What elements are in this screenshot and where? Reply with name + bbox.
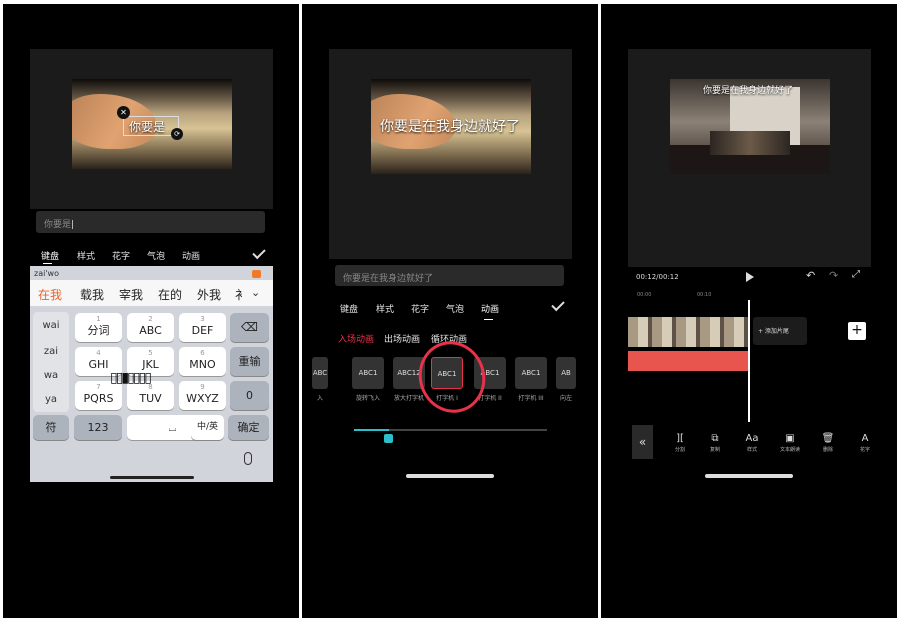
tab-style[interactable]: 样式: [77, 249, 95, 262]
pinyin-composition: zai'wo: [34, 269, 59, 278]
symbol-key[interactable]: 符: [33, 415, 69, 440]
panel-timeline: 你要是在我身边就好了 00:12/00:12 ↶ ↷ ⤢ 00:00 00:10…: [601, 4, 897, 618]
key-2[interactable]: 2 ABC: [127, 313, 174, 342]
subtitle-preview: 你要是在我身边就好了: [380, 119, 520, 135]
ruler-label-0: 00:00: [637, 292, 652, 298]
anim-label-0: 入: [316, 395, 323, 402]
panel-animation: 你要是在我身边就好了 你要是在我身边就好了 键盘 样式 花字 气泡 动画 入场动…: [302, 4, 598, 618]
candidate-2[interactable]: 载我: [80, 286, 104, 303]
number-key[interactable]: 123: [74, 415, 122, 440]
text-track-segment[interactable]: [628, 351, 748, 371]
active-tab-indicator: [484, 319, 493, 320]
add-ending-button[interactable]: + 添加片尾: [753, 317, 807, 345]
undo-icon[interactable]: ↶: [806, 269, 815, 282]
anim-tile-1[interactable]: ABC1: [352, 357, 384, 389]
backspace-key[interactable]: ⌫: [230, 313, 269, 342]
tab-animation[interactable]: 动画: [481, 302, 499, 315]
panel-keyboard-input: 你要是 ✕ ⟳ 你要是| 键盘 样式 花字 气泡 动画 zai'wo 在我 载我…: [3, 4, 299, 618]
candidate-6[interactable]: 衤: [235, 286, 247, 303]
tab-keyboard[interactable]: 键盘: [340, 302, 358, 315]
confirm-key[interactable]: 确定: [228, 415, 269, 440]
confirm-check-icon[interactable]: [252, 245, 266, 260]
red-circle-annotation: [409, 332, 495, 422]
key-6[interactable]: 6 MNO: [179, 347, 226, 376]
tool-tts[interactable]: ▣ 文本朗读: [778, 433, 802, 453]
text-input-value: 你要是在我身边就好了: [343, 274, 434, 284]
tts-icon: ▣: [785, 433, 795, 444]
anim-tile-5[interactable]: ABC1: [515, 357, 547, 389]
subtab-out-animation[interactable]: 出场动画: [384, 332, 420, 345]
home-indicator: [406, 474, 494, 478]
tab-flower-text[interactable]: 花字: [112, 249, 130, 262]
delete-icon: 🗑: [821, 433, 835, 444]
add-clip-button[interactable]: +: [848, 322, 866, 340]
text-input-field[interactable]: 你要是在我身边就好了: [335, 265, 564, 286]
key-9[interactable]: 9 WXYZ: [179, 381, 226, 410]
candidate-1[interactable]: 在我: [38, 286, 62, 303]
delete-text-icon[interactable]: ✕: [117, 106, 130, 119]
reenter-key[interactable]: 重输: [230, 347, 269, 376]
lang-switch-key[interactable]: 中/英: [191, 415, 224, 440]
candidate-4[interactable]: 在的: [158, 286, 182, 303]
phone-sticker-overlay: ▯▯▮▯▯▯▯: [110, 370, 152, 386]
fullscreen-icon[interactable]: ⤢: [852, 269, 860, 280]
video-clip-track[interactable]: [628, 317, 748, 347]
anim-label-6: 向左: [559, 395, 572, 402]
tab-bubble[interactable]: 气泡: [446, 302, 464, 315]
backspace-icon: ⌫: [241, 320, 258, 334]
font-icon: A: [861, 433, 869, 444]
confirm-check-icon[interactable]: [551, 297, 565, 312]
pinyin-option-1[interactable]: wai: [33, 320, 69, 331]
subtitle-preview: 你要是: [129, 120, 166, 134]
tab-style[interactable]: 样式: [376, 302, 394, 315]
anim-label-2: 放大打字机: [393, 395, 424, 402]
duration-slider-fill: [354, 429, 389, 431]
tool-delete[interactable]: 🗑 删除: [816, 433, 840, 453]
candidate-3[interactable]: 宰我: [119, 286, 143, 303]
key-1[interactable]: 1 分词: [75, 313, 122, 342]
ruler-label-1: 00:10: [697, 292, 712, 298]
active-tab-indicator: [43, 263, 52, 264]
tool-copy[interactable]: ⧉ 复制: [703, 433, 727, 453]
tab-bubble[interactable]: 气泡: [147, 249, 165, 262]
anim-label-1: 旋转飞入: [355, 395, 380, 402]
copy-icon: ⧉: [711, 433, 719, 444]
anim-tile-6[interactable]: AB: [556, 357, 576, 389]
home-indicator: [705, 474, 793, 478]
anim-tile-0[interactable]: ABC: [312, 357, 328, 389]
add-ending-label: + 添加片尾: [758, 328, 789, 335]
time-display: 00:12/00:12: [636, 273, 679, 281]
anim-label-5: 打字机 III: [518, 395, 544, 402]
microphone-icon[interactable]: [244, 452, 252, 465]
text-input-field[interactable]: 你要是|: [36, 211, 265, 233]
duration-slider-handle[interactable]: [384, 434, 393, 443]
candidate-5[interactable]: 外我: [197, 286, 221, 303]
tab-keyboard[interactable]: 键盘: [41, 249, 59, 262]
rotate-handle-icon[interactable]: ⟳: [171, 128, 183, 140]
ime-keyboard: zai'wo 在我 载我 宰我 在的 外我 衤 ⌄ wai zai wa ya …: [30, 266, 273, 482]
zero-key[interactable]: 0: [230, 381, 269, 410]
tool-style[interactable]: Aa 样式: [740, 433, 764, 453]
expand-candidates-icon[interactable]: ⌄: [251, 286, 260, 299]
pinyin-option-3[interactable]: wa: [33, 370, 69, 381]
play-icon[interactable]: [746, 272, 754, 282]
subtab-in-animation[interactable]: 入场动画: [338, 332, 374, 345]
text-input-value: 你要是: [44, 220, 72, 230]
tab-flower-text[interactable]: 花字: [411, 302, 429, 315]
style-icon: Aa: [745, 433, 759, 444]
ime-logo-icon: [252, 270, 261, 278]
pinyin-option-2[interactable]: zai: [33, 346, 69, 357]
split-icon: ][: [676, 433, 684, 444]
space-icon: ⌴: [168, 423, 177, 434]
pinyin-option-4[interactable]: ya: [33, 394, 69, 405]
tab-animation[interactable]: 动画: [182, 249, 200, 262]
redo-icon[interactable]: ↷: [829, 269, 838, 282]
back-collapse-button[interactable]: «: [632, 425, 653, 459]
playhead[interactable]: [748, 300, 750, 422]
key-3[interactable]: 3 DEF: [179, 313, 226, 342]
subtitle-preview: 你要是在我身边就好了: [703, 86, 794, 96]
tool-font[interactable]: A 花字: [853, 433, 877, 453]
tool-split[interactable]: ][分割: [668, 433, 692, 453]
home-indicator: [110, 476, 194, 479]
